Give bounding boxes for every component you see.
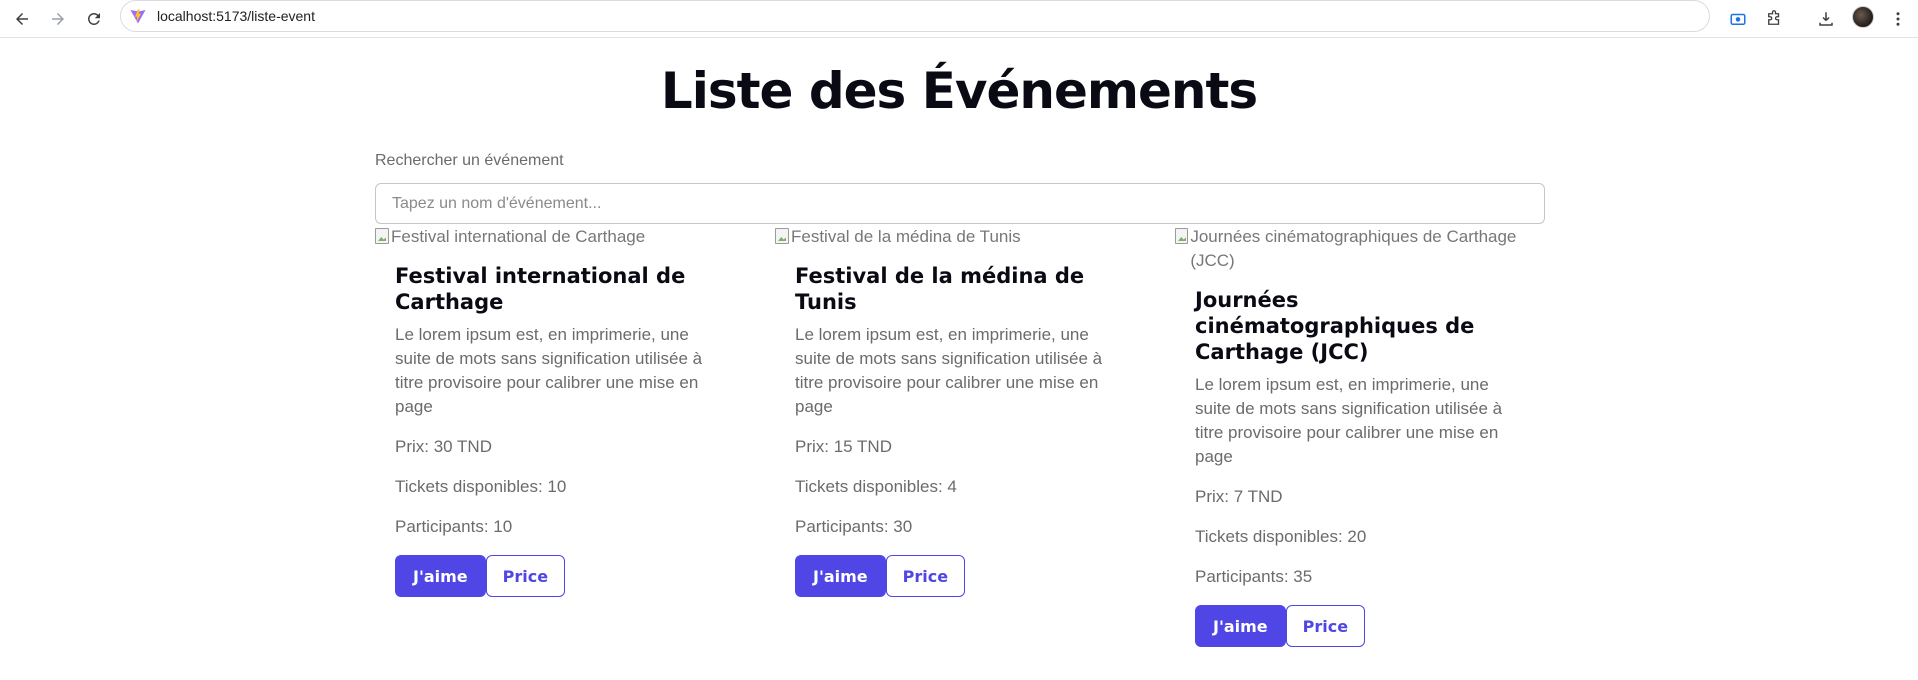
reload-icon bbox=[87, 12, 100, 25]
event-participants: Participants: 35 bbox=[1195, 567, 1313, 586]
event-image: Journées cinématographiques de Carthage … bbox=[1175, 225, 1545, 273]
like-button[interactable]: J'aime bbox=[395, 555, 486, 597]
event-price: Prix: 30 TND bbox=[395, 437, 492, 456]
page-title: Liste des Événements bbox=[660, 62, 1258, 120]
event-image-alt: Festival de la médina de Tunis bbox=[791, 227, 1021, 246]
event-actions: J'aime Price bbox=[795, 555, 1125, 597]
broken-image-icon bbox=[775, 228, 789, 244]
event-image-alt: Journées cinématographiques de Carthage … bbox=[1190, 227, 1517, 270]
event-image: Festival de la médina de Tunis bbox=[775, 225, 1145, 249]
download-button[interactable] bbox=[1812, 5, 1840, 33]
forward-button[interactable] bbox=[44, 5, 72, 33]
download-icon bbox=[1819, 12, 1833, 26]
price-button[interactable]: Price bbox=[485, 555, 566, 597]
reload-button[interactable] bbox=[80, 5, 108, 33]
event-card: Festival international de Carthage Festi… bbox=[375, 225, 745, 597]
price-button[interactable]: Price bbox=[885, 555, 966, 597]
event-tickets: Tickets disponibles: 20 bbox=[1195, 527, 1367, 546]
broken-image-icon bbox=[1175, 228, 1189, 244]
arrow-right-icon bbox=[52, 13, 64, 25]
menu-button[interactable] bbox=[1884, 5, 1912, 33]
event-description: Le lorem ipsum est, en imprimerie, une s… bbox=[795, 325, 1103, 416]
event-participants: Participants: 10 bbox=[395, 517, 513, 536]
camera-icon bbox=[1730, 13, 1746, 25]
address-bar[interactable]: localhost:5173/liste-event bbox=[120, 0, 1710, 32]
event-actions: J'aime Price bbox=[395, 555, 725, 597]
event-card: Journées cinématographiques de Carthage … bbox=[1175, 225, 1545, 647]
event-card: Festival de la médina de Tunis Festival … bbox=[775, 225, 1145, 597]
event-participants: Participants: 30 bbox=[795, 517, 913, 536]
back-button[interactable] bbox=[8, 5, 36, 33]
vite-icon bbox=[130, 9, 146, 24]
price-button[interactable]: Price bbox=[1285, 605, 1366, 647]
event-title: Festival de la médina de Tunis bbox=[795, 264, 1085, 314]
more-vertical-icon bbox=[1896, 12, 1900, 26]
like-button[interactable]: J'aime bbox=[1195, 605, 1286, 647]
event-description: Le lorem ipsum est, en imprimerie, une s… bbox=[1195, 375, 1503, 466]
broken-image-icon bbox=[375, 228, 389, 244]
event-actions: J'aime Price bbox=[1195, 605, 1525, 647]
url-text: localhost:5173/liste-event bbox=[157, 8, 315, 24]
browser-toolbar: localhost:5173/liste-event bbox=[0, 0, 1918, 38]
arrow-left-icon bbox=[16, 13, 28, 25]
extensions-button[interactable] bbox=[1760, 5, 1788, 33]
search-label: Rechercher un événement bbox=[375, 152, 564, 169]
event-title: Journées cinématographiques de Carthage … bbox=[1195, 288, 1475, 364]
like-button[interactable]: J'aime bbox=[795, 555, 886, 597]
event-title: Festival international de Carthage bbox=[395, 264, 686, 314]
profile-avatar[interactable] bbox=[1852, 6, 1874, 28]
event-image: Festival international de Carthage bbox=[375, 225, 745, 249]
event-image-alt: Festival international de Carthage bbox=[391, 227, 646, 246]
event-tickets: Tickets disponibles: 10 bbox=[395, 477, 567, 496]
puzzle-icon bbox=[1768, 10, 1780, 25]
event-price: Prix: 7 TND bbox=[1195, 487, 1283, 506]
event-price: Prix: 15 TND bbox=[795, 437, 892, 456]
screencast-button[interactable] bbox=[1724, 5, 1752, 33]
event-tickets: Tickets disponibles: 4 bbox=[795, 477, 957, 496]
event-description: Le lorem ipsum est, en imprimerie, une s… bbox=[395, 325, 703, 416]
search-input[interactable] bbox=[375, 183, 1545, 224]
